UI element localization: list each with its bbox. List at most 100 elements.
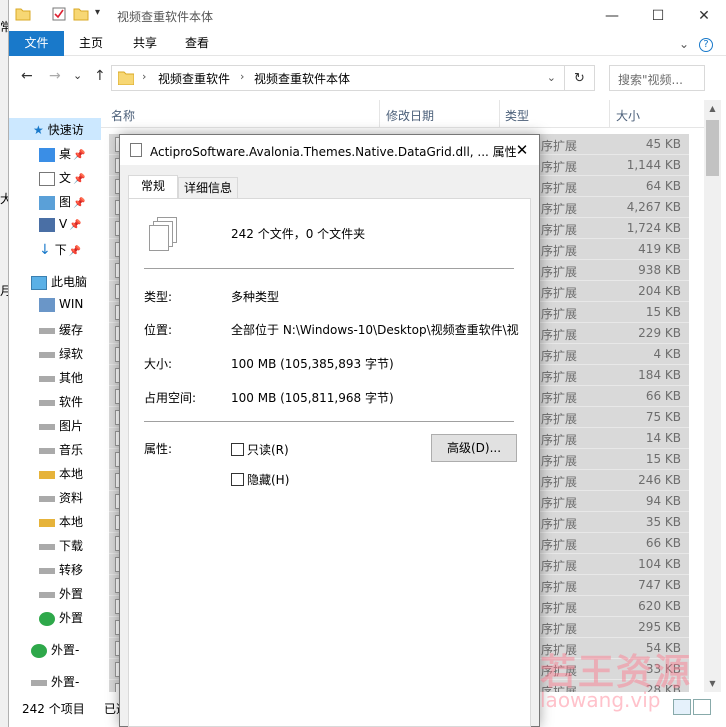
address-dropdown-chevron-icon[interactable]: ⌄ [547,71,556,84]
nav-item-drive[interactable]: 其他 [39,366,83,388]
help-icon[interactable]: ? [699,38,713,52]
nav-item-quick-access[interactable]: ★ 快速访 [9,118,101,140]
breadcrumb-item[interactable]: 视频查重软件 [158,70,230,87]
customize-toolbar-chevron-icon[interactable]: ▾ [95,7,100,18]
advanced-button[interactable]: 高级(D)... [431,434,517,462]
file-size: 4,267 KB [626,200,681,214]
nav-item-drive[interactable]: 外置- [31,638,79,660]
file-size: 45 KB [645,137,681,151]
nav-item-drive[interactable]: 外置 [39,582,83,604]
nav-item-drive[interactable]: 转移 [39,558,83,580]
nav-item-drive[interactable]: 外置 [39,606,83,628]
drive-icon [39,495,55,502]
refresh-button[interactable]: ↻ [565,65,595,91]
nav-item-drive[interactable]: 缓存 [39,318,83,340]
up-arrow-icon[interactable]: ↑ [94,68,106,84]
nav-item-drive[interactable]: 外置- [31,670,79,692]
nav-item-label: 音乐 [59,443,84,457]
file-size: 246 KB [638,473,681,487]
tab-view[interactable]: 查看 [175,31,219,56]
document-icon [39,171,55,186]
file-size: 295 KB [638,620,681,634]
search-input[interactable]: 搜索"视频... [609,65,705,91]
scroll-up-arrow-icon[interactable]: ▲ [704,100,721,117]
details-view-button[interactable] [673,699,691,715]
hidden-checkbox[interactable] [231,473,244,486]
new-folder-icon[interactable] [73,6,89,22]
file-type: 序扩展 [541,391,578,405]
nav-item-label: 快速访 [47,123,84,137]
nav-item-documents[interactable]: 文 📌 [39,166,85,188]
nav-item-this-pc[interactable]: 此电脑 [31,270,87,292]
breadcrumb-item[interactable]: 视频查重软件本体 [254,70,350,87]
recent-locations-chevron-icon[interactable]: ⌄ [73,69,82,82]
nav-item-downloads[interactable]: ↓ 下 📌 [39,238,81,260]
address-bar[interactable]: › 视频查重软件 › 视频查重软件本体 ⌄ [111,65,565,91]
file-type: 序扩展 [541,538,578,552]
column-size[interactable]: 大小 [616,107,640,124]
watermark-url: laowang.vip [540,688,661,712]
hidden-label[interactable]: 隐藏(H) [247,471,289,488]
nav-item-label: 此电脑 [51,275,88,289]
dialog-close-button[interactable]: ✕ [511,139,533,161]
expand-ribbon-chevron-icon[interactable]: ⌄ [679,37,689,51]
file-size: 66 KB [645,536,681,550]
attributes-label: 属性: [144,442,173,456]
forward-arrow-icon[interactable]: → [49,68,61,84]
video-icon [39,217,55,232]
drive-icon [39,399,55,406]
type-label: 类型: [144,290,173,304]
column-modified[interactable]: 修改日期 [386,107,434,124]
column-type[interactable]: 类型 [505,107,529,124]
nav-item-label: 图片 [59,419,84,433]
vertical-scrollbar[interactable]: ▲ ▼ [704,100,721,692]
pin-icon: 📌 [73,174,86,185]
back-arrow-icon[interactable]: ← [21,68,33,84]
readonly-checkbox[interactable] [231,443,244,456]
column-name[interactable]: 名称 [111,107,135,124]
file-type: 序扩展 [541,559,578,573]
file-size: 14 KB [645,431,681,445]
nav-item-drive[interactable]: 本地 [39,510,83,532]
column-header: ^ 名称 修改日期 类型 大小 [101,100,704,128]
readonly-label[interactable]: 只读(R) [247,441,289,458]
file-type: 序扩展 [541,412,578,426]
large-icons-view-button[interactable] [693,699,711,715]
file-page-icon [149,225,169,251]
nav-item-label: 外置- [51,643,80,657]
tab-details[interactable]: 详细信息 [178,177,238,199]
nav-item-drive[interactable]: WIN [39,294,83,316]
tab-share[interactable]: 共享 [123,31,167,56]
tab-general[interactable]: 常规 [128,175,178,199]
nav-item-desktop[interactable]: 桌 📌 [39,142,85,164]
size-on-disk-value: 100 MB (105,811,968 字节) [231,391,394,405]
nav-item-drive[interactable]: 本地 [39,462,83,484]
file-size: 4 KB [653,347,681,361]
folder-icon [118,71,134,85]
divider [144,268,514,269]
nav-item-drive[interactable]: 下载 [39,534,83,556]
nav-item-drive[interactable]: 图片 [39,414,83,436]
column-divider[interactable] [609,100,610,128]
minimize-button[interactable]: — [589,0,635,31]
tab-home[interactable]: 主页 [69,31,113,56]
drive-icon [31,679,47,686]
file-type: 序扩展 [541,202,578,216]
window-title: 视频查重软件本体 [117,10,214,24]
nav-item-drive[interactable]: 资料 [39,486,83,508]
nav-item-pictures[interactable]: 图 📌 [39,190,85,212]
maximize-button[interactable]: ☐ [635,0,681,31]
nav-item-drive[interactable]: 音乐 [39,438,83,460]
scrollbar-thumb[interactable] [706,120,719,176]
file-size: 419 KB [638,242,681,256]
properties-check-icon[interactable] [51,6,67,22]
nav-item-videos[interactable]: V 📌 [39,214,82,236]
size-value: 100 MB (105,385,893 字节) [231,357,394,371]
tab-file[interactable]: 文件 [9,31,64,56]
column-divider[interactable] [499,100,500,128]
scroll-down-arrow-icon[interactable]: ▼ [704,675,721,692]
nav-item-drive[interactable]: 软件 [39,390,83,412]
close-button[interactable]: ✕ [681,0,726,31]
nav-item-drive[interactable]: 绿软 [39,342,83,364]
column-divider[interactable] [379,100,380,128]
